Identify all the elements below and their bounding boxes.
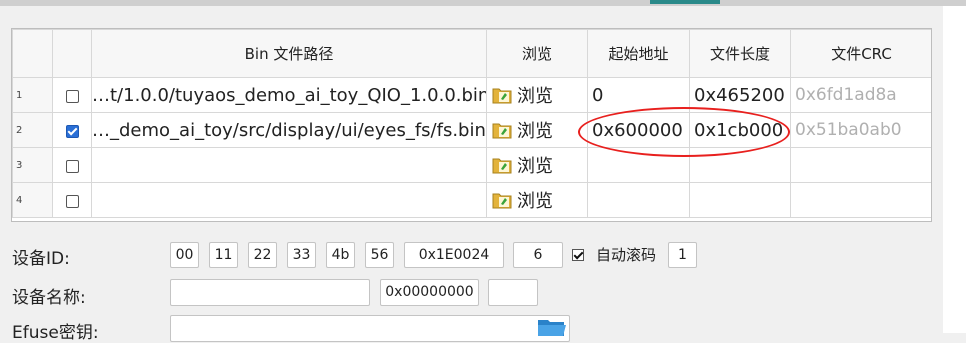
- checkbox-icon[interactable]: [65, 89, 79, 103]
- device-name-hex-field[interactable]: 0x00000000: [380, 279, 479, 306]
- row-number: 2: [12, 112, 53, 148]
- header-rownum: [12, 29, 53, 78]
- file-length-cell: [689, 182, 791, 218]
- bin-path-cell[interactable]: …t/1.0.0/tuyaos_demo_ai_toy_QIO_1.0.0.bi…: [91, 77, 487, 113]
- header-file-crc[interactable]: 文件CRC: [790, 29, 931, 78]
- bin-path-cell[interactable]: [91, 147, 487, 183]
- device-id-byte-field[interactable]: 4b: [326, 242, 355, 268]
- auto-scroll-checkbox[interactable]: [572, 249, 584, 261]
- browse-button[interactable]: 浏览: [486, 182, 588, 218]
- device-id-byte-field[interactable]: 00: [170, 242, 199, 268]
- bin-path-cell[interactable]: …_demo_ai_toy/src/display/ui/eyes_fs/fs.…: [91, 112, 487, 148]
- browse-label: 浏览: [517, 191, 553, 212]
- file-crc-cell: [790, 182, 931, 218]
- device-id-value-field[interactable]: 0x1E0024: [404, 242, 504, 268]
- device-name-label: 设备名称:: [12, 288, 86, 308]
- row-number: 4: [12, 182, 53, 218]
- folder-open-icon[interactable]: [535, 316, 569, 336]
- row-number: 1: [12, 77, 53, 113]
- auto-scroll-label: 自动滚码: [596, 246, 657, 264]
- device-id-byte-field[interactable]: 22: [248, 242, 277, 268]
- device-id-byte-field[interactable]: 33: [287, 242, 316, 268]
- file-length-cell: [689, 147, 791, 183]
- active-tab-indicator: [650, 0, 720, 4]
- table-row[interactable]: 1 …t/1.0.0/tuyaos_demo_ai_toy_QIO_1.0.0.…: [12, 77, 931, 113]
- device-id-byte-field[interactable]: 11: [209, 242, 238, 268]
- file-crc-cell: 0x6fd1ad8a: [790, 77, 931, 113]
- side-panel-edge: [943, 6, 966, 333]
- start-address-cell[interactable]: [587, 147, 690, 183]
- folder-icon: [492, 88, 512, 104]
- header-file-length[interactable]: 文件长度: [689, 29, 791, 78]
- browse-button[interactable]: 浏览: [486, 147, 588, 183]
- checkbox-icon[interactable]: [65, 159, 79, 173]
- device-name-input[interactable]: [170, 279, 370, 306]
- table-row[interactable]: 2 …_demo_ai_toy/src/display/ui/eyes_fs/f…: [12, 112, 931, 148]
- file-length-cell: 0x465200: [689, 77, 791, 113]
- header-browse[interactable]: 浏览: [486, 29, 588, 78]
- top-tab-strip: [0, 0, 966, 6]
- folder-icon: [492, 158, 512, 174]
- table-header-row: Bin 文件路径 浏览 起始地址 文件长度 文件CRC: [12, 29, 931, 78]
- table-row[interactable]: 4 浏览: [12, 182, 931, 218]
- start-address-cell[interactable]: 0x600000: [587, 112, 690, 148]
- bin-file-table: Bin 文件路径 浏览 起始地址 文件长度 文件CRC 1 …t/1.0.0/t…: [11, 28, 932, 222]
- start-address-cell[interactable]: [587, 182, 690, 218]
- header-select: [52, 29, 92, 78]
- file-length-cell: 0x1cb000: [689, 112, 791, 148]
- browse-button[interactable]: 浏览: [486, 77, 588, 113]
- folder-icon: [492, 123, 512, 139]
- browse-label: 浏览: [517, 121, 553, 142]
- row-number: 3: [12, 147, 53, 183]
- browse-button[interactable]: 浏览: [486, 112, 588, 148]
- efuse-key-label: Efuse密钥:: [12, 323, 99, 343]
- start-address-cell[interactable]: 0: [587, 77, 690, 113]
- table-row[interactable]: 3 浏览: [12, 147, 931, 183]
- checkbox-icon[interactable]: [65, 124, 79, 138]
- efuse-key-input[interactable]: [170, 315, 570, 342]
- device-id-label: 设备ID:: [12, 249, 70, 269]
- device-name-extra-field[interactable]: [488, 279, 538, 306]
- device-id-count-field[interactable]: 6: [513, 242, 563, 268]
- file-crc-cell: 0x51ba0ab0: [790, 112, 931, 148]
- checkbox-icon[interactable]: [65, 194, 79, 208]
- header-start-address[interactable]: 起始地址: [587, 29, 690, 78]
- device-id-byte-field[interactable]: 56: [365, 242, 394, 268]
- browse-label: 浏览: [517, 86, 553, 107]
- header-bin-path[interactable]: Bin 文件路径: [91, 29, 487, 78]
- bin-path-cell[interactable]: [91, 182, 487, 218]
- file-crc-cell: [790, 147, 931, 183]
- auto-scroll-step-field[interactable]: 1: [668, 242, 697, 268]
- folder-icon: [492, 193, 512, 209]
- browse-label: 浏览: [517, 156, 553, 177]
